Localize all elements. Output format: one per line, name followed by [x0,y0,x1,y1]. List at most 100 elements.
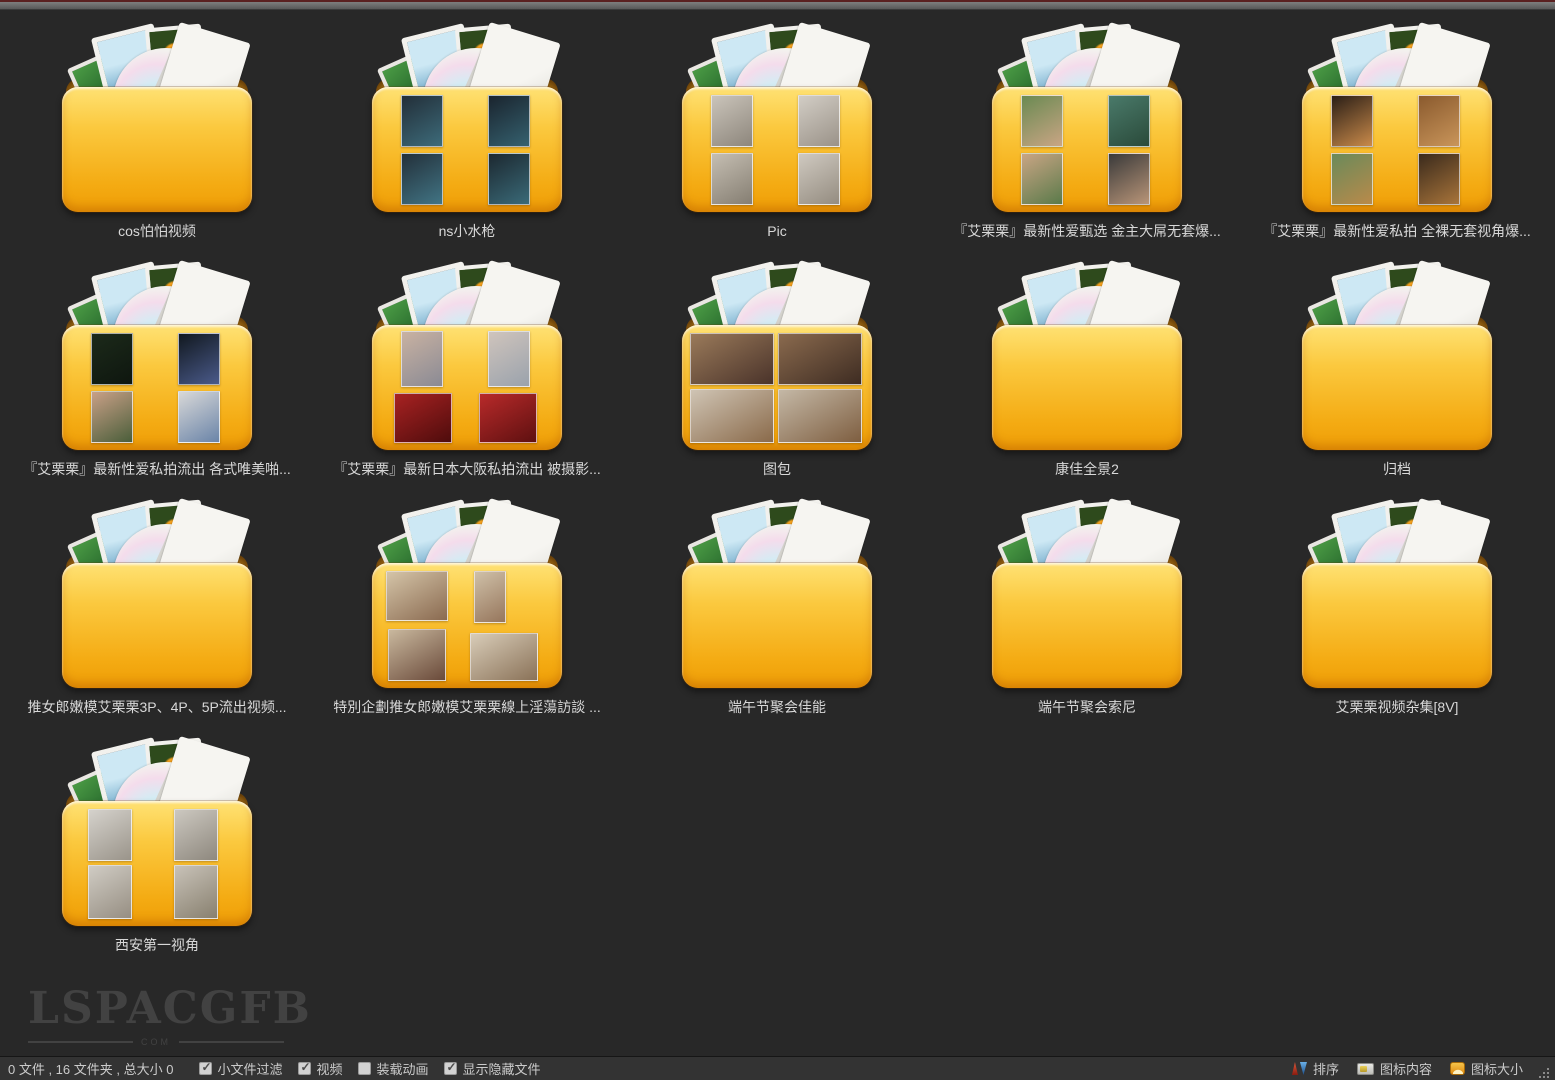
folder-label: 艾栗栗视频杂集[8V] [1336,699,1459,715]
folder-item[interactable]: 端午节聚会佳能 [622,504,932,742]
filter-checkbox[interactable]: 视频 [298,1059,342,1078]
resize-grip[interactable] [1539,1070,1549,1080]
window-top-bar[interactable] [0,2,1555,10]
folder-item[interactable]: 特別企劃推女郎嫩模艾栗栗線上淫蕩訪談 ... [312,504,622,742]
folder-label: Pic [767,223,786,239]
thumbnail [1021,95,1063,147]
sort-icon [1292,1061,1307,1076]
folder-icon[interactable] [681,266,873,452]
thumbnail [1331,95,1373,147]
folder-icon[interactable] [61,742,253,928]
folder-item[interactable]: 『艾栗栗』最新日本大阪私拍流出 被摄影... [312,266,622,504]
folder-label: 归档 [1383,461,1411,477]
thumbnail-grid [372,325,562,450]
thumbnail [798,95,840,147]
thumbnail [488,95,530,147]
sort-control[interactable]: 排序 [1292,1059,1339,1078]
folder-front [1302,563,1492,688]
folder-icon[interactable] [371,28,563,214]
folder-item[interactable]: 归档 [1242,266,1552,504]
thumbnail-grid [62,87,252,212]
watermark: LSPACGFB COM [28,983,284,1047]
folder-item[interactable]: Pic [622,28,932,266]
folder-icon[interactable] [991,28,1183,214]
watermark-com: COM [141,1037,171,1047]
folder-icon[interactable] [371,266,563,452]
folder-label: 端午节聚会索尼 [1038,699,1136,715]
folder-item[interactable]: 康佳全景2 [932,266,1242,504]
icon-size-icon [1450,1062,1465,1075]
checkbox-icon[interactable] [298,1062,311,1075]
folder-icon[interactable] [371,504,563,690]
thumbnail [386,571,448,621]
folder-item[interactable]: 『艾栗栗』最新性爱私拍流出 各式唯美啪... [2,266,312,504]
thumbnail [711,95,753,147]
thumbnail [401,331,443,387]
folder-front [62,563,252,688]
thumbnail-grid [992,87,1182,212]
checkbox-icon[interactable] [444,1062,457,1075]
folder-label: 『艾栗栗』最新日本大阪私拍流出 被摄影... [333,461,601,477]
folder-grid: cos怕怕视频 ns小水枪 [0,11,1555,980]
filter-checkbox[interactable]: 小文件过滤 [199,1059,282,1078]
filter-checkbox[interactable]: 显示隐藏文件 [444,1059,540,1078]
thumbnail [690,389,774,443]
folder-item[interactable]: ns小水枪 [312,28,622,266]
folder-front [682,87,872,212]
folder-item[interactable]: cos怕怕视频 [2,28,312,266]
folder-icon[interactable] [1301,266,1493,452]
thumbnail-grid [992,325,1182,450]
folder-icon[interactable] [61,266,253,452]
folder-icon[interactable] [61,28,253,214]
thumbnail [778,389,862,443]
thumbnail [178,333,220,385]
folder-item[interactable]: 端午节聚会索尼 [932,504,1242,742]
folder-item[interactable]: 『艾栗栗』最新性爱私拍 全裸无套视角爆... [1242,28,1552,266]
thumbnail [91,333,133,385]
folder-icon[interactable] [681,504,873,690]
checkbox-icon[interactable] [199,1062,212,1075]
folder-front [682,325,872,450]
folder-item[interactable]: 图包 [622,266,932,504]
folder-icon[interactable] [991,504,1183,690]
icon-size-control[interactable]: 图标大小 [1450,1059,1523,1078]
folder-front [62,801,252,926]
folder-icon[interactable] [991,266,1183,452]
status-bar: 0 文件 , 16 文件夹 , 总大小 0 小文件过滤 视频 装载动画 显示隐藏… [0,1056,1555,1080]
folder-label: 康佳全景2 [1055,461,1119,477]
folder-icon[interactable] [1301,28,1493,214]
checkbox-label: 小文件过滤 [217,1059,282,1078]
folder-item[interactable]: 西安第一视角 [2,742,312,980]
thumbnail-grid [1302,563,1492,688]
thumbnail [1418,95,1460,147]
thumbnail [470,633,538,681]
thumbnail [401,95,443,147]
watermark-line-right [179,1041,284,1043]
folder-label: 西安第一视角 [115,937,199,953]
filter-toggles: 小文件过滤 视频 装载动画 显示隐藏文件 [199,1059,540,1078]
folder-front [372,87,562,212]
view-controls: 排序 图标内容 图标大小 [1292,1059,1523,1078]
thumbnail [1021,153,1063,205]
folder-front [992,87,1182,212]
folder-label: 『艾栗栗』最新性爱私拍 全裸无套视角爆... [1263,223,1531,239]
folder-label: 端午节聚会佳能 [728,699,826,715]
thumbnail [88,865,132,919]
thumbnail [178,391,220,443]
folder-item[interactable]: 艾栗栗视频杂集[8V] [1242,504,1552,742]
filter-checkbox[interactable]: 装载动画 [358,1059,428,1078]
folder-item[interactable]: 『艾栗栗』最新性爱甄选 金主大屌无套爆... [932,28,1242,266]
folder-icon[interactable] [681,28,873,214]
control-label: 图标内容 [1380,1059,1432,1078]
folder-icon[interactable] [1301,504,1493,690]
icon-content-control[interactable]: 图标内容 [1357,1059,1432,1078]
folder-icon[interactable] [61,504,253,690]
thumbnail [174,865,218,919]
file-manager-window: LSPACGFB COM cos怕怕视频 [0,0,1555,1080]
thumbnail-grid [1302,87,1492,212]
checkbox-icon[interactable] [358,1062,371,1075]
checkbox-label: 装载动画 [376,1059,428,1078]
thumbnail [91,391,133,443]
control-label: 图标大小 [1471,1059,1523,1078]
folder-item[interactable]: 推女郎嫩模艾栗栗3P、4P、5P流出视频... [2,504,312,742]
